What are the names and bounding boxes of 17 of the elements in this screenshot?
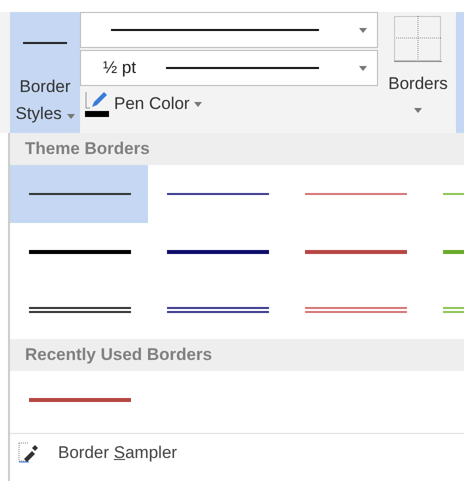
caret-icon (359, 66, 367, 70)
borders-grid-icon (394, 16, 442, 62)
caret-icon (359, 28, 367, 32)
line-weight-dropdown[interactable]: ½ pt (80, 50, 378, 86)
caret-icon (414, 108, 422, 113)
border-sampler-icon (18, 442, 40, 464)
borders-button[interactable]: Borders (382, 12, 454, 133)
caret-icon (194, 102, 202, 106)
pen-color-button[interactable]: Pen Color (80, 88, 206, 120)
border-style-option[interactable] (10, 165, 148, 223)
border-styles-button[interactable]: Border Styles (10, 12, 80, 133)
line-style-icon (23, 42, 67, 44)
section-header: Recently Used Borders (10, 339, 464, 371)
caret-icon (66, 114, 75, 119)
line-style-dropdown[interactable] (80, 12, 378, 48)
border-sampler-item[interactable]: Border Sampler (58, 443, 178, 463)
section-header: Theme Borders (10, 133, 464, 165)
